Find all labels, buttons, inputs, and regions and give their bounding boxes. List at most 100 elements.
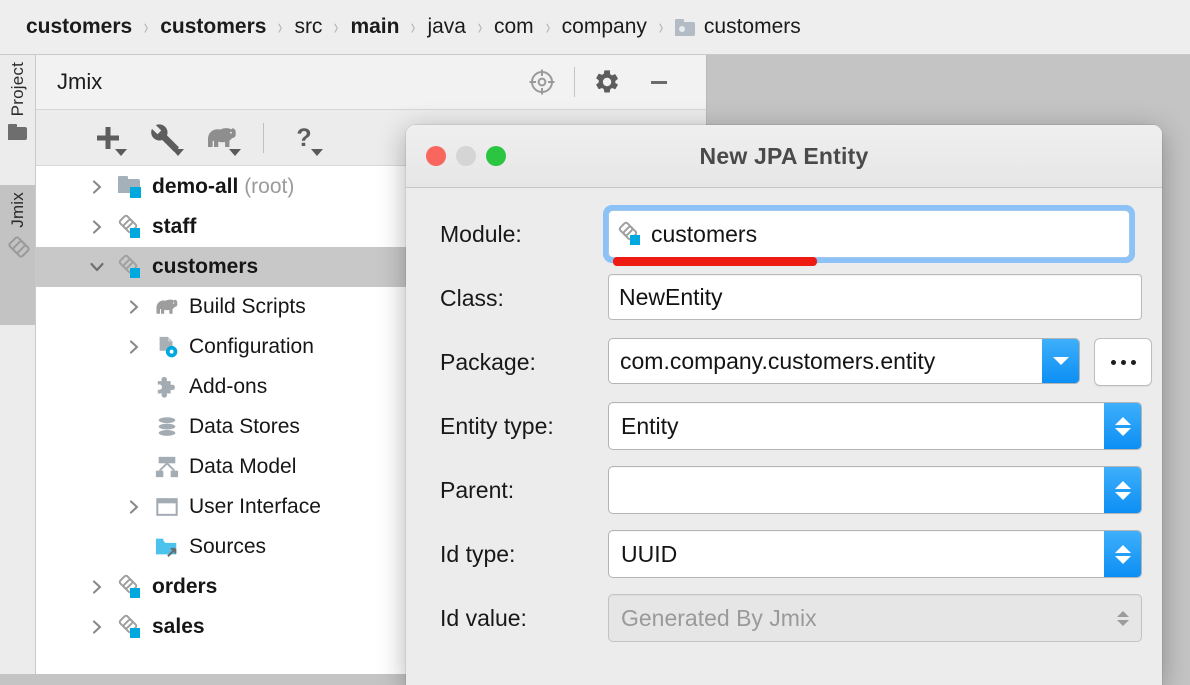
id-type-value: UUID [621,541,677,568]
breadcrumb-item-3[interactable]: main [350,15,399,39]
help-icon[interactable]: ? [278,115,330,161]
database-icon [155,415,179,439]
breadcrumb-separator: › [405,14,422,40]
tree-label: Add-ons [189,375,267,399]
entity-type-label: Entity type: [440,402,608,450]
id-value-combobox: Generated By Jmix [608,594,1142,642]
parent-combobox[interactable] [608,466,1142,514]
breadcrumb-item-6[interactable]: company [562,15,647,39]
package-combobox[interactable]: com.company.customers.entity [608,338,1080,384]
header-divider [574,67,575,97]
jmix-module-icon [118,255,142,279]
tree-label: Data Model [189,455,296,479]
gear-icon[interactable] [581,55,633,109]
new-jpa-entity-dialog: New JPA Entity Module: customers [406,125,1162,685]
tree-label: demo-all (root) [152,175,294,199]
breadcrumb-item-2[interactable]: src [294,15,322,39]
chevron-up-icon [1117,611,1129,617]
chevron-right-icon[interactable] [123,296,145,318]
chevron-down-icon [311,149,323,156]
tree-label: staff [152,215,196,239]
chevron-down-icon [1115,428,1131,436]
module-combobox[interactable]: customers [608,210,1130,258]
dialog-titlebar[interactable]: New JPA Entity [406,125,1162,188]
id-type-combobox[interactable]: UUID [608,530,1142,578]
dialog-title: New JPA Entity [406,143,1162,170]
tool-tab-project-label: Project [9,62,26,116]
data-model-icon [155,455,179,479]
chevron-down-icon [229,149,241,156]
tool-tab-project[interactable]: Project [0,55,35,185]
module-stepper[interactable] [757,221,789,248]
chevron-down-icon [1115,492,1131,500]
breadcrumb-separator: › [539,14,556,40]
module-error-indicator [613,257,817,266]
chevron-down-icon[interactable] [86,256,108,278]
breadcrumb-item-0[interactable]: customers [26,15,132,39]
chevron-right-icon[interactable] [86,576,108,598]
tree-label: customers [152,255,258,279]
chevron-right-icon[interactable] [86,176,108,198]
tool-tab-jmix[interactable]: Jmix [0,185,35,325]
jmix-module-icon [619,223,641,245]
parent-stepper[interactable] [1104,466,1142,514]
form-row-module: Module: customers [440,210,1134,258]
class-input[interactable]: NewEntity [608,274,1142,320]
id-value-value: Generated By Jmix [621,605,817,632]
breadcrumb-separator: › [328,14,345,40]
close-window-button[interactable] [426,146,446,166]
tool-window-strip: Project Jmix [0,55,36,674]
breadcrumb-item-5[interactable]: com [494,15,534,39]
class-value: NewEntity [619,284,723,311]
sources-folder-icon [155,535,179,559]
module-label: Module: [440,210,608,258]
breadcrumb-item-7[interactable]: customers [704,15,801,39]
tree-label: Sources [189,535,266,559]
chevron-down-icon [172,149,184,156]
entity-type-combobox[interactable]: Entity [608,402,1142,450]
locate-target-icon[interactable] [516,55,568,109]
chevron-down-icon [773,213,789,247]
add-icon[interactable] [82,115,134,161]
entity-type-stepper[interactable] [1104,402,1142,450]
minimize-icon[interactable] [633,55,685,109]
jmix-module-icon [118,215,142,239]
form-row-entity-type: Entity type: Entity [440,402,1134,450]
id-value-label: Id value: [440,594,608,642]
breadcrumb-separator: › [138,14,155,40]
package-dropdown-button[interactable] [1042,338,1080,384]
id-type-stepper[interactable] [1104,530,1142,578]
configuration-icon [155,335,179,359]
chevron-right-icon[interactable] [86,616,108,638]
package-label: Package: [440,338,608,386]
svg-text:?: ? [296,124,311,152]
wrench-icon[interactable] [139,115,191,161]
tree-label: Configuration [189,335,314,359]
breadcrumb-item-1[interactable]: customers [160,15,266,39]
form-row-id-value: Id value: Generated By Jmix [440,594,1134,642]
chevron-right-icon[interactable] [123,496,145,518]
tree-label: sales [152,615,205,639]
breadcrumb-item-4[interactable]: java [427,15,466,39]
module-focus-ring: customers [603,205,1135,263]
chevron-up-icon [1115,545,1131,553]
form-row-id-type: Id type: UUID [440,530,1134,578]
chevron-down-icon [1115,556,1131,564]
form-row-parent: Parent: [440,466,1134,514]
jmix-panel-header: Jmix [36,55,707,110]
package-browse-button[interactable] [1094,338,1152,386]
gradle-elephant-icon[interactable] [196,115,248,161]
minimize-window-button[interactable] [456,146,476,166]
class-label: Class: [440,274,608,322]
ellipsis-icon [1111,360,1116,365]
chevron-right-icon[interactable] [123,336,145,358]
parent-label: Parent: [440,466,608,514]
chevron-down-icon [115,149,127,156]
breadcrumb-separator: › [272,14,289,40]
chevron-right-icon[interactable] [86,216,108,238]
ellipsis-icon [1131,360,1136,365]
tree-label: Build Scripts [189,295,306,319]
zoom-window-button[interactable] [486,146,506,166]
folder-icon [8,124,27,140]
chevron-down-icon [1053,357,1069,365]
